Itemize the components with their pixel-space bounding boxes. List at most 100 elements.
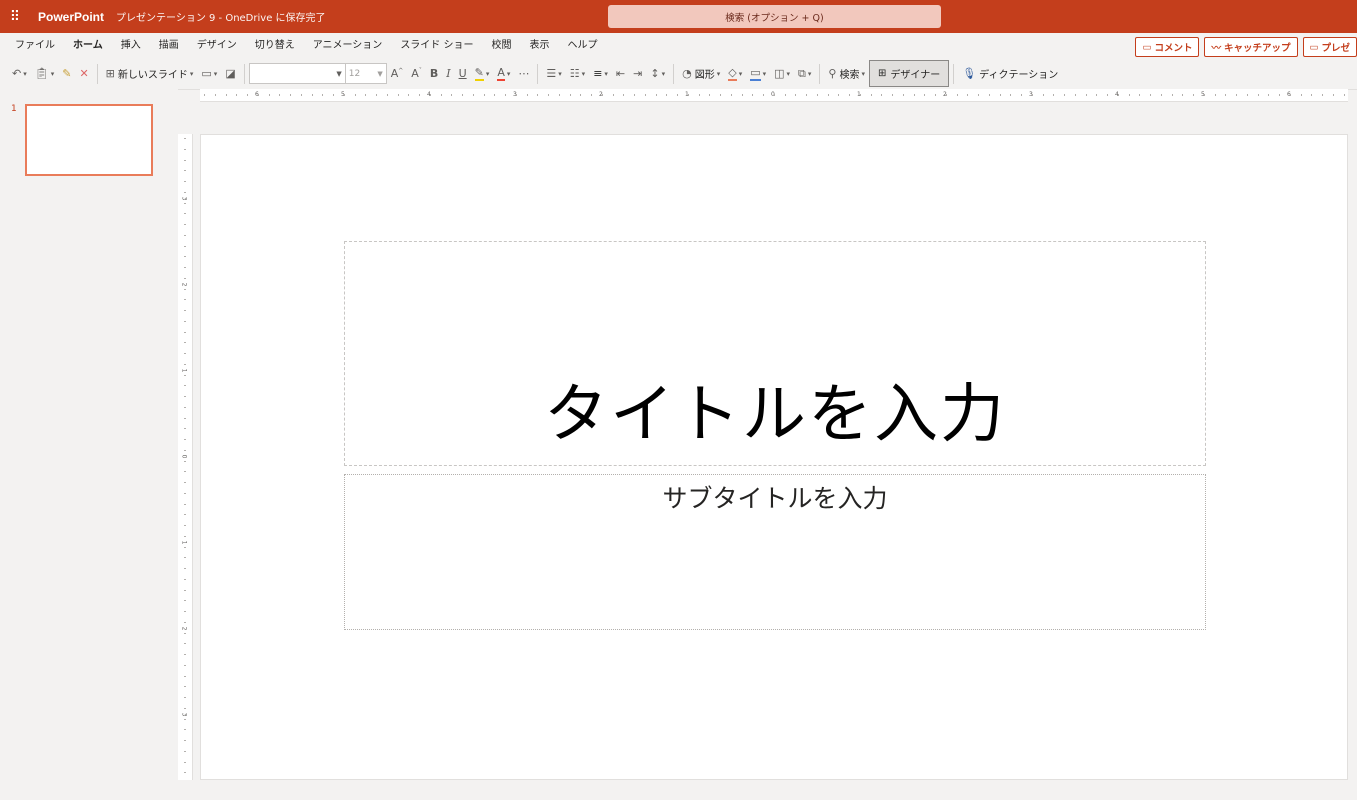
subtitle-placeholder[interactable]: サブタイトルを入力 [344,474,1206,630]
tab-help[interactable]: ヘルプ [559,33,607,58]
microphone-icon: 🎙︎ [962,67,977,80]
highlight-button[interactable]: ✎ ▾ [471,66,494,81]
ruler-tick [730,94,732,96]
search-box[interactable]: 検索 (オプション + Q) [608,5,941,28]
font-size-value: 12 [348,68,361,79]
ruler-tick [322,94,324,96]
comment-button[interactable]: ▭ コメント [1135,37,1200,57]
layout-button[interactable]: ▭ ▾ [197,67,221,80]
shape-outline-button[interactable]: ▭ ▾ [746,66,770,81]
ruler-tick [924,94,926,96]
tab-file[interactable]: ファイル [0,33,64,58]
increase-indent-button[interactable]: ⇥ [629,67,646,80]
font-size-select[interactable]: 12 ▼ [344,63,387,84]
ruler-tick [1246,94,1248,96]
find-label: 検索 [839,70,860,81]
clear-format-button[interactable]: ✕ [75,67,92,80]
ruler-tick [935,94,936,96]
ruler-tick [184,740,186,741]
horizontal-ruler[interactable]: 6543210123456 [200,89,1348,102]
tab-review[interactable]: 校閲 [483,33,521,58]
bold-button[interactable]: B [426,67,442,80]
ruler-tick [784,94,786,96]
ruler-tick [515,94,517,96]
font-color-button[interactable]: A ▾ [493,66,514,81]
ruler-tick [184,406,186,408]
numbering-button[interactable]: ☷ ▾ [566,67,589,80]
ruler-tick [902,94,904,96]
tab-design[interactable]: デザイン [188,33,246,58]
tab-transitions[interactable]: 切り替え [246,33,304,58]
ruler-tick [677,94,678,96]
new-slide-button[interactable]: ⊞ 新しいスライド ▾ [102,66,198,81]
slide-thumbnail[interactable] [25,104,153,176]
tab-view[interactable]: 表示 [521,33,559,58]
catchup-button[interactable]: 〰 キャッチアップ [1204,37,1298,57]
tab-animations[interactable]: アニメーション [304,33,392,58]
ruler-tick [1085,94,1087,96]
format-painter-button[interactable]: ✎ [58,67,75,80]
clipboard-icon: 📋︎ [34,67,49,80]
grow-font-button[interactable]: A^ [387,67,408,80]
ruler-tick [184,568,186,569]
app-launcher-icon[interactable]: ⠿ [0,9,30,25]
ruler-tick [1289,94,1291,96]
ruler-tick-label: 2 [180,626,188,631]
ruler-tick-label: 2 [180,282,188,287]
title-placeholder[interactable]: タイトルを入力 [344,241,1206,466]
arrange-button[interactable]: ⧉ ▾ [794,67,815,81]
decrease-indent-button[interactable]: ⇤ [612,67,629,80]
ruler-tick [184,159,186,161]
chevron-down-icon: ▾ [485,69,490,78]
ruler-tick [279,94,281,96]
ruler-tick [184,213,186,215]
comment-label: コメント [1154,43,1193,54]
tab-draw[interactable]: 描画 [150,33,188,58]
paste-button[interactable]: 📋︎ ▾ [31,67,58,80]
shape-effects-button[interactable]: ◫ ▾ [770,67,794,80]
tab-insert[interactable]: 挿入 [112,33,150,58]
fill-icon: ◇ [728,66,737,81]
ruler-tick [343,94,345,96]
ruler-tick [214,94,216,96]
line-spacing-button[interactable]: ↕ ▾ [646,67,669,80]
underline-button[interactable]: U [455,67,471,80]
ruler-tick [1332,94,1334,96]
undo-button[interactable]: ↶ ▾ [0,67,31,80]
ruler-tick [184,772,186,774]
shapes-icon: ◔ [682,67,692,80]
ruler-tick [397,94,399,96]
ruler-tick-label: 3 [180,196,188,201]
ruler-tick [354,94,356,96]
shape-fill-button[interactable]: ◇ ▾ [724,66,746,81]
find-button[interactable]: ⚲ 検索 ▾ [824,66,869,81]
shapes-button[interactable]: ◔ 図形 ▾ [678,66,724,81]
bullets-button[interactable]: ☰ ▾ [542,67,565,80]
designer-button[interactable]: ⊞ デザイナー [869,60,950,87]
ruler-tick [429,94,431,96]
ruler-tick [184,718,186,720]
ruler-tick [247,94,248,96]
font-name-select[interactable]: ▼ [248,63,346,84]
document-title[interactable]: プレゼンテーション 9 - OneDrive に保存完了 [116,9,326,24]
ruler-tick [408,94,410,96]
tab-slideshow[interactable]: スライド ショー [391,33,482,58]
shrink-font-button[interactable]: Aˇ [407,67,426,80]
ruler-tick [1300,94,1302,96]
ruler-tick [988,94,990,96]
ruler-tick [311,94,313,96]
reset-slide-button[interactable]: ◪ [221,67,239,80]
italic-button[interactable]: I [442,67,454,80]
ruler-tick [1257,94,1259,96]
align-button[interactable]: ≡ ▾ [589,67,612,80]
tab-home[interactable]: ホーム [64,33,112,58]
line-spacing-icon: ↕ [650,67,660,80]
vertical-ruler[interactable]: 3 2 1 0 1 2 3 [178,134,193,780]
more-button[interactable]: ⋯ [514,67,533,80]
dictate-button[interactable]: 🎙︎ ディクテーション [958,66,1062,81]
ruler-tick [655,94,657,96]
present-button[interactable]: ▭ プレゼ [1302,37,1357,57]
ruler-tick [505,94,506,96]
app-name[interactable]: PowerPoint [38,10,104,24]
slide-canvas[interactable]: タイトルを入力 サブタイトルを入力 [200,134,1348,780]
